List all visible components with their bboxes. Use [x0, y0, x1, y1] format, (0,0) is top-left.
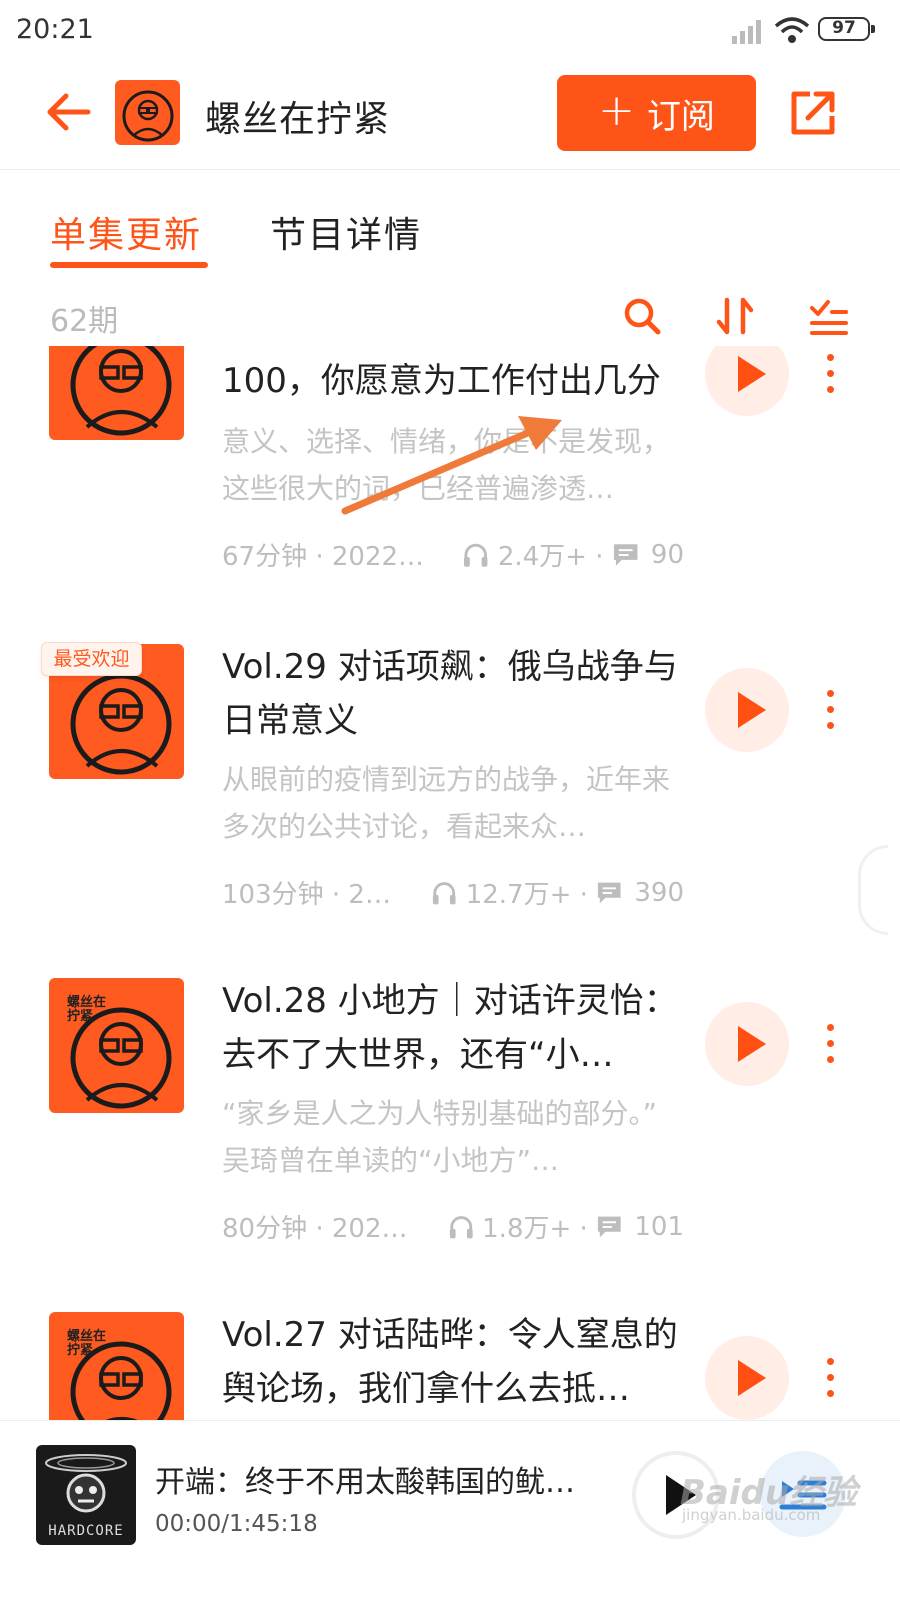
tab-bar: 单集更新 节目详情 [0, 170, 900, 270]
comment-icon [597, 1216, 621, 1237]
episode-comments: 101 [634, 1211, 684, 1242]
more-options-icon[interactable] [820, 690, 840, 740]
play-button[interactable] [705, 1336, 789, 1420]
list-item[interactable]: 螺丝在拧紧 Vol.28 小地方｜对话许灵怡：去不了大世界，还有“小… “家乡是… [0, 976, 900, 1310]
wifi-icon [774, 17, 810, 43]
episode-cover [49, 346, 184, 440]
more-options-icon[interactable] [820, 1024, 840, 1074]
podcast-face-icon [70, 346, 172, 436]
episode-comments: 90 [650, 539, 685, 570]
more-options-icon[interactable] [820, 1358, 840, 1408]
plus-icon: + [598, 85, 635, 136]
list-item[interactable]: 螺丝在拧紧 Vol.27 对话陆晔：令人窒息的舆论场，我们拿什么去抵… [0, 1310, 900, 1420]
episode-title: 100，你愿意为工作付出几分 [222, 361, 661, 401]
episode-count: 62期 [50, 304, 119, 339]
episode-plays: 2.4万+ · [497, 542, 604, 572]
play-button[interactable] [705, 1002, 789, 1086]
episode-description: 意义、选择、情绪，你是不是发现，这些很大的词，已经普遍渗透… [222, 425, 671, 505]
podcast-face-icon [122, 90, 174, 142]
list-item[interactable]: 100，你愿意为工作付出几分 意义、选择、情绪，你是不是发现，这些很大的词，已经… [0, 346, 900, 674]
podcast-title: 螺丝在拧紧 [205, 99, 391, 140]
back-arrow-icon[interactable] [44, 88, 94, 136]
now-playing-title: 开端：终于不用太酸韩国的鱿… [155, 1465, 575, 1500]
episode-plays: 12.7万+ · [465, 880, 588, 910]
status-bar: 20:21 97 [0, 0, 900, 62]
side-drag-handle[interactable] [858, 845, 888, 935]
headphones-icon [464, 543, 488, 567]
episode-duration-date: 103分钟 · 20… [222, 880, 398, 910]
watermark-url: jingyan.baidu.com [682, 1506, 821, 1524]
battery-indicator: 97 [818, 17, 875, 41]
episode-title: Vol.27 对话陆晔：令人窒息的舆论场，我们拿什么去抵… [222, 1315, 678, 1409]
list-toolbar: 62期 [0, 290, 900, 346]
share-icon[interactable] [786, 86, 840, 140]
subscribe-label: 订阅 [646, 96, 715, 137]
search-icon[interactable] [620, 294, 664, 338]
multi-select-icon[interactable] [806, 294, 850, 338]
list-item[interactable]: 最受欢迎 Vol.29 对话项飙：俄乌战争与日常意义 从眼前的疫情到远方的战争，… [0, 642, 900, 976]
episode-cover: 螺丝在拧紧 [49, 978, 184, 1113]
play-button[interactable] [705, 346, 789, 416]
sort-icon[interactable] [713, 294, 757, 338]
podcast-header: 螺丝在拧紧 + 订阅 [0, 62, 900, 170]
episode-description: “家乡是人之为人特别基础的部分。” 吴琦曾在单读的“小地方”… [222, 1097, 658, 1177]
episode-duration-date: 80分钟 · 2022… [222, 1214, 414, 1244]
comment-icon [597, 882, 621, 903]
now-playing-time: 00:00/1:45:18 [155, 1511, 318, 1537]
popular-badge: 最受欢迎 [41, 642, 142, 676]
episode-plays: 1.8万+ · [482, 1214, 588, 1244]
subscribe-button[interactable]: + 订阅 [557, 75, 756, 151]
episode-description: 从眼前的疫情到远方的战争，近年来多次的公共讨论，看起来众… [222, 763, 671, 843]
podcast-cover [115, 80, 180, 145]
cover-brand-text: 螺丝在拧紧 [67, 995, 107, 1024]
episode-list: 100，你愿意为工作付出几分 意义、选择、情绪，你是不是发现，这些很大的词，已经… [0, 346, 900, 1420]
headphones-icon [449, 1215, 473, 1238]
episode-cover: 螺丝在拧紧 [49, 1312, 184, 1420]
episode-meta: 67分钟 · 2022/… 2.4万+ · 90 [222, 536, 684, 573]
status-time: 20:21 [16, 14, 94, 45]
tab-episodes[interactable]: 单集更新 [50, 206, 202, 258]
now-playing-cover-text: HARDCORE [48, 1523, 124, 1539]
tab-active-indicator [50, 262, 208, 268]
episode-meta: 103分钟 · 20… 12.7万+ · 390 [222, 874, 684, 911]
comment-icon [613, 543, 637, 566]
headphones-icon [433, 881, 456, 904]
episode-title: Vol.29 对话项飙：俄乌战争与日常意义 [222, 647, 678, 741]
cover-brand-text: 螺丝在拧紧 [67, 1329, 107, 1358]
tab-details[interactable]: 节目详情 [270, 206, 422, 258]
episode-title: Vol.28 小地方｜对话许灵怡：去不了大世界，还有“小… [222, 981, 678, 1075]
episode-duration-date: 67分钟 · 2022/… [222, 542, 429, 572]
play-button[interactable] [705, 668, 789, 752]
episode-meta: 80分钟 · 2022… 1.8万+ · 101 [222, 1208, 684, 1245]
more-options-icon[interactable] [820, 354, 840, 404]
episode-comments: 390 [634, 877, 684, 908]
signal-icon [732, 20, 761, 44]
now-playing-cover: HARDCORE [36, 1445, 136, 1545]
